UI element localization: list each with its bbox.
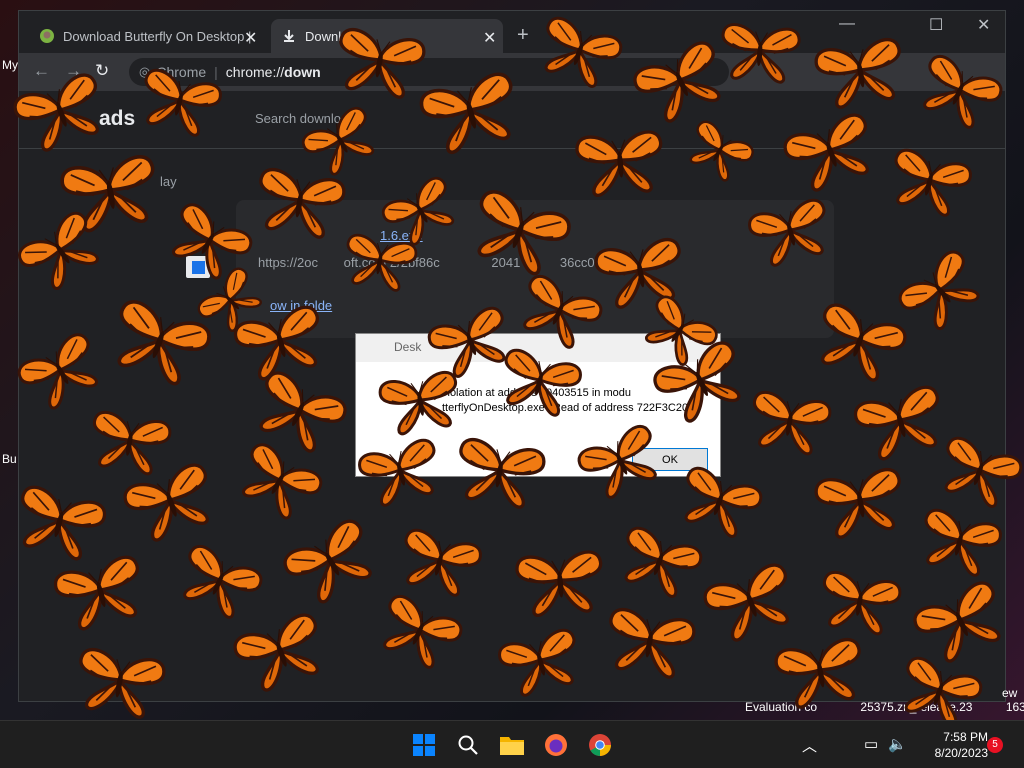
downloads-header: ads Search downlo: [19, 91, 1005, 149]
minimize-icon[interactable]: —: [839, 15, 855, 33]
close-tab-icon[interactable]: ✕: [483, 28, 496, 48]
dialog-message-line: violation at address 00403515 in modu: [442, 387, 631, 399]
download-file-link[interactable]: 1.6.exe: [380, 228, 423, 243]
evaluation-watermark-fragment: ew: [1002, 686, 1018, 700]
clock-time: 7:58 PM: [943, 730, 988, 744]
search-icon[interactable]: [452, 729, 484, 761]
download-favicon-icon: [281, 28, 297, 44]
maximize-icon[interactable]: ☐: [929, 15, 943, 35]
windows-start-icon[interactable]: [408, 729, 440, 761]
network-icon[interactable]: ▭: [864, 735, 878, 753]
date-section-label: lay: [160, 174, 177, 189]
dialog-message-line: tterflyOnDesktop.exe'. Read of address 7…: [442, 402, 689, 414]
tab-butterfly[interactable]: Download Butterfly On Desktop |: [29, 19, 267, 53]
show-in-folder-link[interactable]: ow in folde: [270, 298, 332, 313]
tab-strip: Download Butterfly On Desktop | ✕ Downlo…: [19, 11, 1005, 53]
evaluation-watermark: Evaluation co 25375.zn_release.23 1632: [745, 700, 1024, 714]
reload-icon[interactable]: ↻: [95, 61, 109, 81]
volume-icon[interactable]: 🔈: [888, 735, 907, 753]
search-downloads-input[interactable]: Search downlo: [255, 111, 341, 126]
butterfly-favicon-icon: [39, 28, 55, 44]
tab-title: Download Butterfly On Desktop |: [63, 28, 252, 44]
close-tab-icon[interactable]: ✕: [244, 28, 257, 48]
forward-arrow-icon[interactable]: →: [65, 61, 82, 81]
error-dialog: Desk violation at address 00403515 in mo…: [355, 333, 721, 477]
new-tab-button[interactable]: +: [517, 24, 529, 47]
tab-title: Downlo: [305, 28, 349, 44]
system-clock[interactable]: 7:58 PM 8/20/2023: [908, 729, 988, 761]
omnibox-separator: |: [214, 64, 218, 80]
site-label: Chrome: [156, 64, 207, 80]
toolbar: ← → ↻ ◎ Chrome | chrome://down: [19, 53, 1005, 91]
dialog-message: violation at address 00403515 in modu tt…: [442, 386, 688, 416]
dialog-title: Desk: [356, 334, 720, 362]
tab-downloads[interactable]: Downlo: [271, 19, 503, 53]
address-bar[interactable]: ◎ Chrome | chrome://down: [129, 58, 729, 86]
notification-badge[interactable]: 5: [987, 737, 1003, 753]
download-source-url: https://2oc oft.com 2/2bf86c 2041 36cc00…: [258, 255, 631, 270]
chrome-site-icon: ◎: [139, 64, 151, 79]
chevron-up-icon[interactable]: ︿: [802, 735, 817, 756]
firefox-icon[interactable]: [540, 729, 572, 761]
chrome-icon[interactable]: [584, 729, 616, 761]
ok-button[interactable]: OK: [632, 448, 708, 471]
file-type-icon: [186, 256, 210, 278]
back-arrow-icon[interactable]: ←: [33, 61, 50, 81]
clock-date: 8/20/2023: [934, 746, 988, 760]
url-text: chrome://down: [225, 64, 321, 80]
taskbar: ︿ ▭ 🔈 7:58 PM 8/20/2023 5: [0, 720, 1024, 768]
page-title: ads: [99, 107, 136, 130]
file-explorer-icon[interactable]: [496, 729, 528, 761]
close-window-icon[interactable]: ✕: [977, 15, 990, 35]
